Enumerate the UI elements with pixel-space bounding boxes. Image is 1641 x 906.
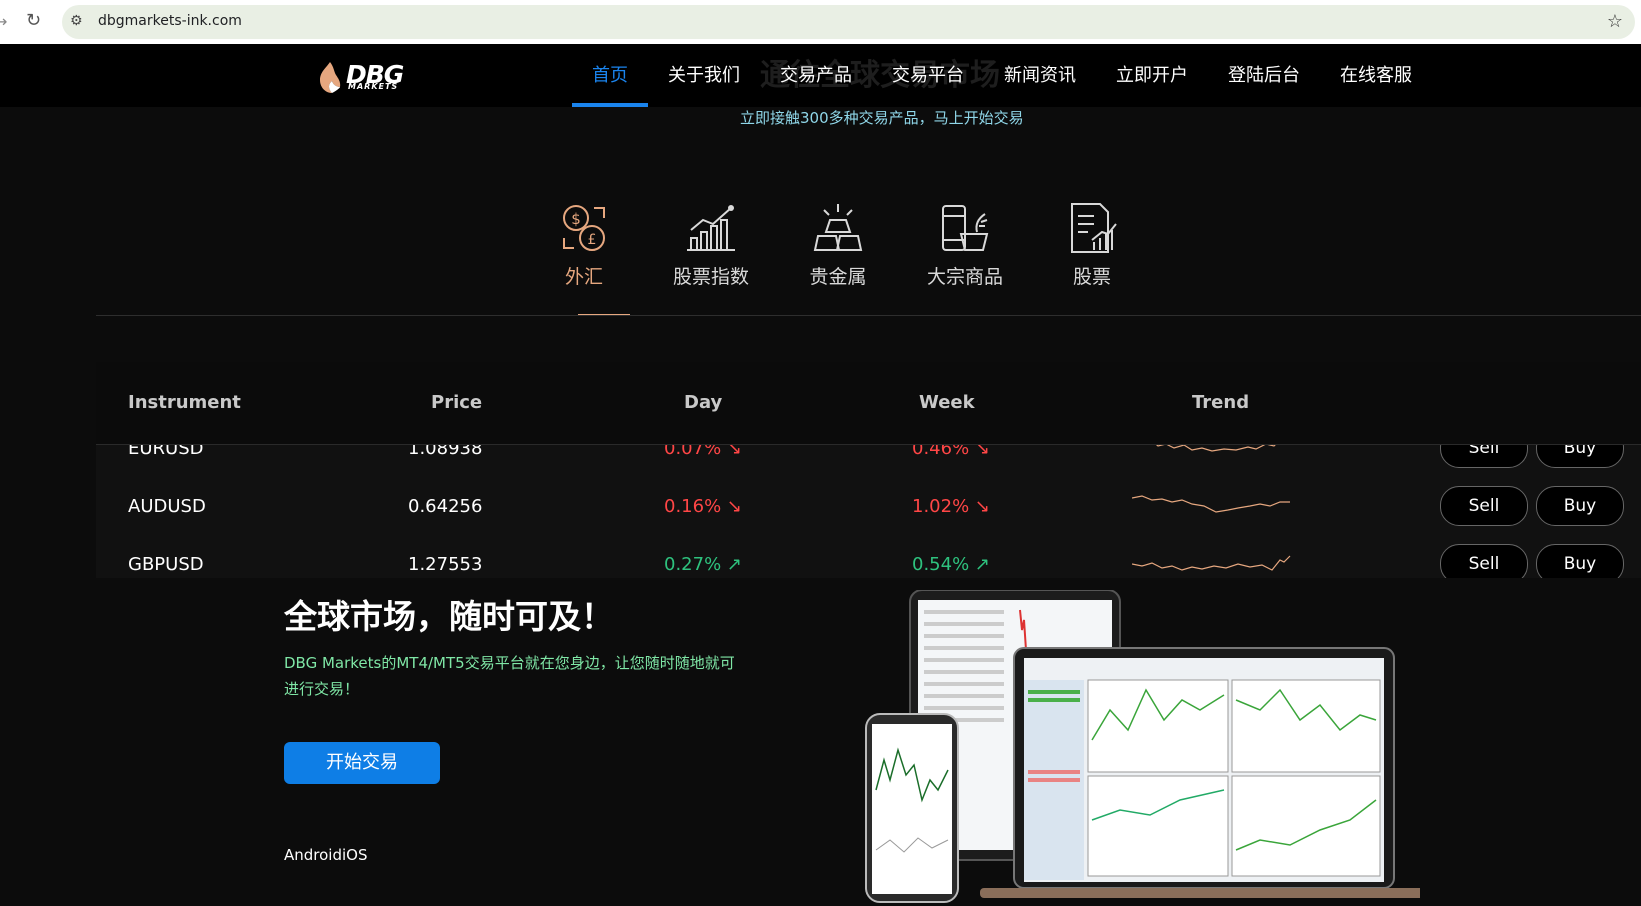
nav-news[interactable]: 新闻资讯 xyxy=(984,44,1096,107)
svg-text:£: £ xyxy=(588,232,597,248)
commodities-icon xyxy=(942,205,989,251)
logo-flame-icon xyxy=(320,62,341,93)
nav-login[interactable]: 登陆后台 xyxy=(1208,44,1320,107)
arrow-down-icon: ↘ xyxy=(974,496,991,517)
tab-label: 外汇 xyxy=(564,266,603,288)
tab-commodities[interactable]: 大宗商品 xyxy=(905,200,1025,289)
sell-button[interactable]: Sell xyxy=(1440,486,1528,526)
col-week: Week xyxy=(919,392,975,413)
stock-document-icon xyxy=(1071,203,1117,253)
bookmark-star-icon[interactable]: ☆ xyxy=(1607,11,1623,32)
site-settings-icon[interactable]: ⚙ xyxy=(70,13,83,29)
trend-sparkline xyxy=(1132,495,1290,513)
nav-open-account[interactable]: 立即开户 xyxy=(1096,44,1208,107)
browser-toolbar: → ↻ ⚙ dbgmarkets-ink.com ☆ xyxy=(0,0,1641,44)
tab-label: 股票指数 xyxy=(672,266,749,288)
col-price: Price xyxy=(431,392,483,413)
nav-about[interactable]: 关于我们 xyxy=(648,44,760,107)
col-day: Day xyxy=(684,392,723,413)
hero-title: 全球市场，随时可及！ xyxy=(284,597,614,636)
products-subtitle: 立即接触300多种交易产品，马上开始交易 xyxy=(740,109,1024,127)
tab-stocks[interactable]: 股票 xyxy=(1032,200,1152,289)
tab-indices[interactable]: 股票指数 xyxy=(651,200,771,289)
week-change: 1.02% ↘ xyxy=(912,496,991,517)
back-arrow-icon[interactable]: → xyxy=(0,12,7,31)
gold-bars-icon xyxy=(813,204,863,251)
bar-chart-trend-icon xyxy=(687,205,735,251)
tab-label: 贵金属 xyxy=(809,266,867,288)
nav-products[interactable]: 交易产品 xyxy=(760,44,872,107)
arrow-up-icon: ↗ xyxy=(974,554,991,575)
arrow-down-icon: ↘ xyxy=(726,496,743,517)
tab-precious-metals[interactable]: 贵金属 xyxy=(778,200,898,289)
table-row[interactable]: AUDUSD 0.64256 0.16% ↘ 1.02% ↘ Sell Buy xyxy=(96,478,1641,536)
day-change: 0.16% ↘ xyxy=(664,496,743,517)
tab-forex[interactable]: $ £ 外汇 xyxy=(524,200,644,289)
hero-description: DBG Markets的MT4/MT5交易平台就在您身边，让您随时随地就可进行交… xyxy=(284,654,735,698)
table-header: Instrument Price Day Week Trend xyxy=(96,362,1641,445)
tabs-divider xyxy=(96,315,1641,316)
nav-platforms[interactable]: 交易平台 xyxy=(872,44,984,107)
main-menu: 首页 关于我们 交易产品 交易平台 新闻资讯 立即开户 登陆后台 在线客服 xyxy=(572,44,1432,107)
logo-subtext: MARKETS xyxy=(348,82,399,91)
reload-icon[interactable]: ↻ xyxy=(26,10,41,31)
price-value: 1.27553 xyxy=(408,554,483,575)
currency-exchange-icon: $ £ xyxy=(563,205,605,251)
tab-label: 大宗商品 xyxy=(926,266,1003,288)
price-table: Instrument Price Day Week Trend EURUSD 1… xyxy=(96,362,1641,578)
nav-home[interactable]: 首页 xyxy=(572,44,648,107)
sell-button[interactable]: Sell xyxy=(1440,544,1528,578)
week-change: 0.54% ↗ xyxy=(912,554,991,575)
price-value: 0.64256 xyxy=(408,496,483,517)
svg-text:$: $ xyxy=(571,210,581,228)
table-row[interactable]: GBPUSD 1.27553 0.27% ↗ 0.54% ↗ Sell Buy xyxy=(96,536,1641,578)
dbg-logo[interactable]: DBG MARKETS xyxy=(316,60,416,94)
col-instrument: Instrument xyxy=(128,392,241,413)
url-text[interactable]: dbgmarkets-ink.com xyxy=(98,13,242,29)
nav-support[interactable]: 在线客服 xyxy=(1320,44,1432,107)
instrument-name: AUDUSD xyxy=(128,496,206,517)
trend-sparkline xyxy=(1132,555,1291,571)
site-header: DBG MARKETS 通往全球交易市场 首页 关于我们 交易产品 交易平台 新… xyxy=(0,44,1641,107)
trading-platform-devices-image xyxy=(865,590,1420,903)
arrow-up-icon: ↗ xyxy=(726,554,743,575)
instrument-name: GBPUSD xyxy=(128,554,204,575)
app-download-links[interactable]: AndroidiOS xyxy=(284,846,368,864)
day-change: 0.27% ↗ xyxy=(664,554,743,575)
tab-label: 股票 xyxy=(1072,266,1111,288)
col-trend: Trend xyxy=(1192,392,1250,413)
buy-button[interactable]: Buy xyxy=(1536,544,1624,578)
address-bar[interactable]: ⚙ dbgmarkets-ink.com ☆ xyxy=(62,5,1635,39)
buy-button[interactable]: Buy xyxy=(1536,486,1624,526)
start-trading-button[interactable]: 开始交易 xyxy=(284,742,440,784)
